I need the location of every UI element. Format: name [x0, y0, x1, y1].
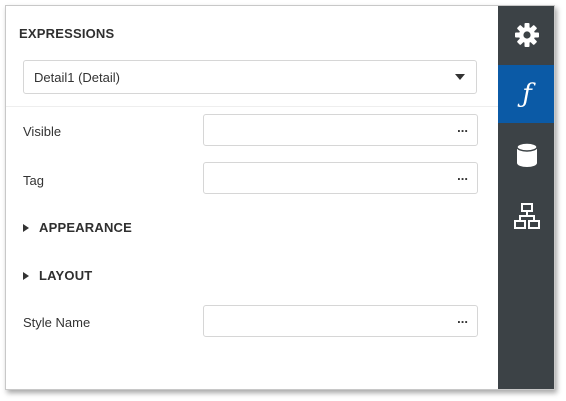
properties-window: EXPRESSIONS Detail1 (Detail) Visible ...…	[5, 5, 555, 390]
component-selector[interactable]: Detail1 (Detail)	[23, 60, 477, 94]
layout-group-header[interactable]: LAYOUT	[23, 268, 92, 283]
tab-properties[interactable]	[498, 6, 554, 64]
visible-ellipsis-button[interactable]: ...	[457, 121, 468, 134]
expand-triangle-icon	[23, 271, 29, 280]
database-icon	[516, 142, 538, 167]
style-name-label: Style Name	[23, 315, 91, 330]
tag-expression-field[interactable]: ...	[203, 162, 478, 194]
dropdown-caret-icon	[455, 74, 465, 80]
layout-group-label: LAYOUT	[39, 268, 93, 283]
function-icon: ƒ	[522, 79, 532, 109]
visible-label: Visible	[23, 124, 62, 139]
expand-triangle-icon	[23, 223, 29, 232]
hierarchy-icon	[514, 203, 540, 229]
properties-panel: EXPRESSIONS Detail1 (Detail) Visible ...…	[6, 6, 498, 389]
style-name-ellipsis-button[interactable]: ...	[457, 312, 468, 325]
appearance-group-header[interactable]: APPEARANCE	[23, 220, 132, 235]
gear-icon	[515, 23, 539, 47]
sidebar: ƒ	[498, 6, 554, 389]
divider	[6, 106, 498, 107]
section-title: EXPRESSIONS	[19, 26, 115, 41]
tab-report-explorer[interactable]	[498, 187, 554, 245]
style-name-expression-field[interactable]: ...	[203, 305, 478, 337]
appearance-group-label: APPEARANCE	[39, 220, 133, 235]
tag-label: Tag	[23, 173, 44, 188]
tab-data-source[interactable]	[498, 126, 554, 184]
visible-expression-field[interactable]: ...	[203, 114, 478, 146]
tab-expressions[interactable]: ƒ	[498, 65, 554, 123]
tag-ellipsis-button[interactable]: ...	[457, 169, 468, 182]
component-selector-value: Detail1 (Detail)	[34, 69, 120, 85]
